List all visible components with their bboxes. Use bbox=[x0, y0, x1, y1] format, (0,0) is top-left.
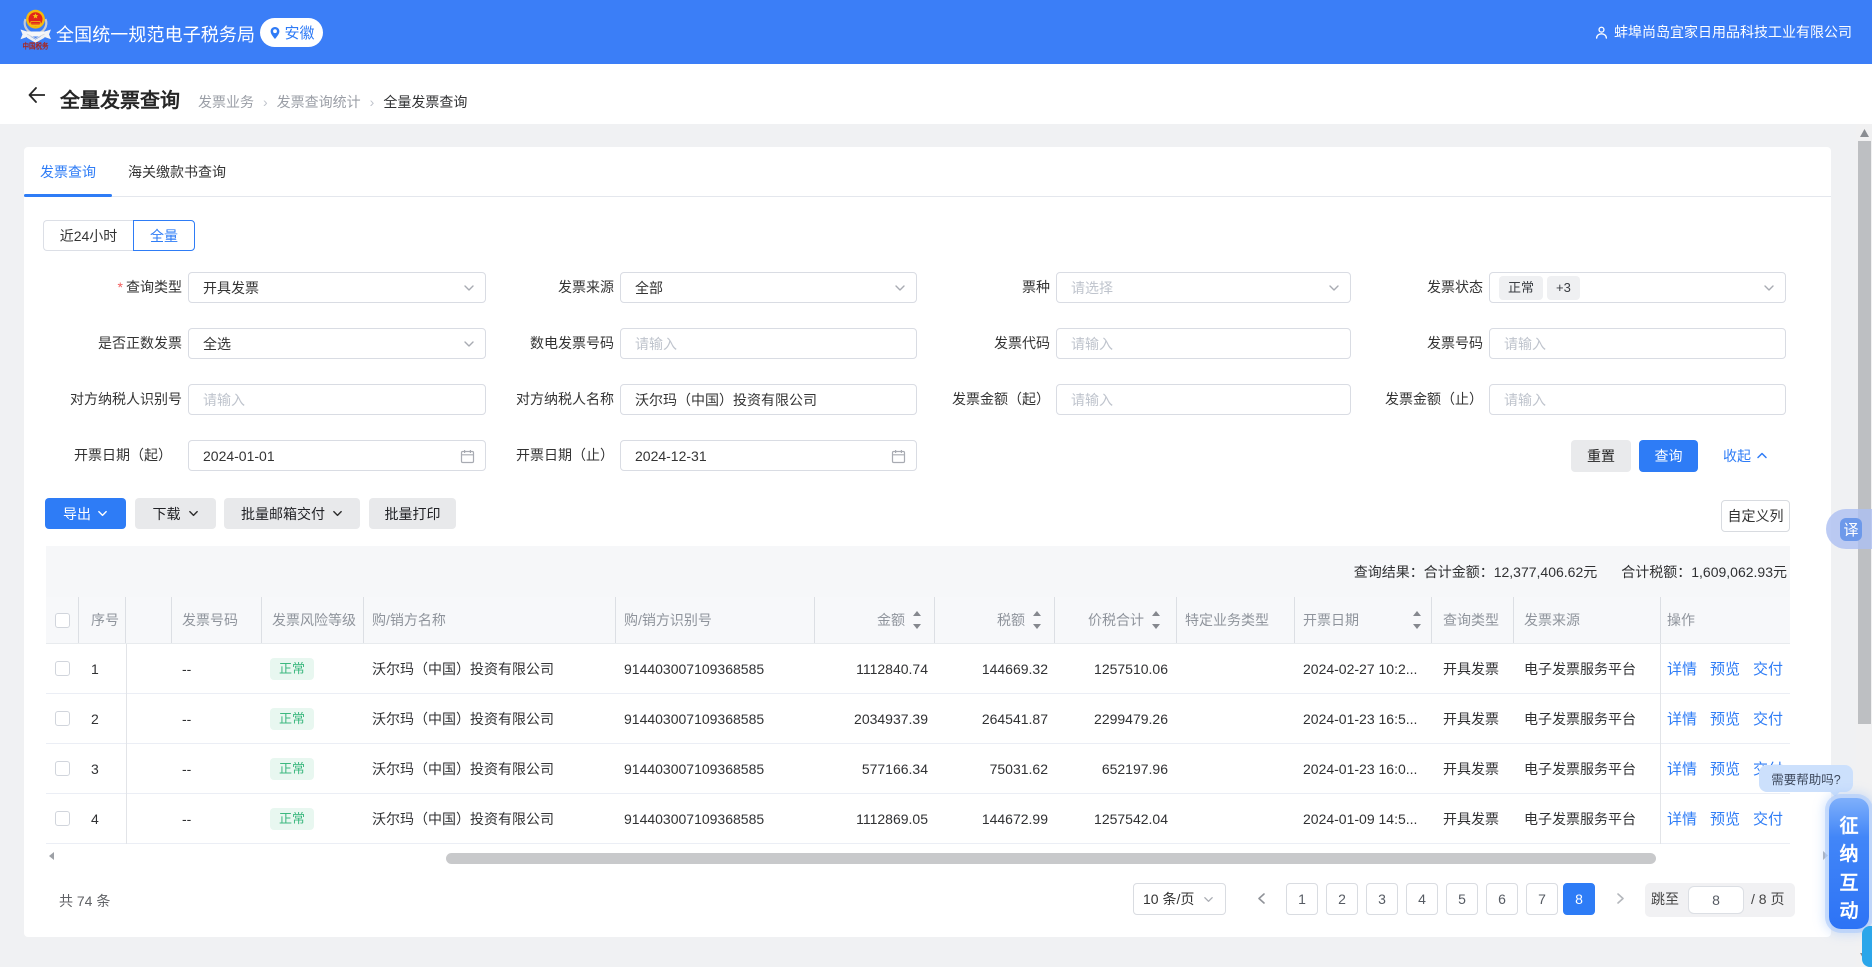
svg-text:中国税务: 中国税务 bbox=[23, 41, 49, 51]
